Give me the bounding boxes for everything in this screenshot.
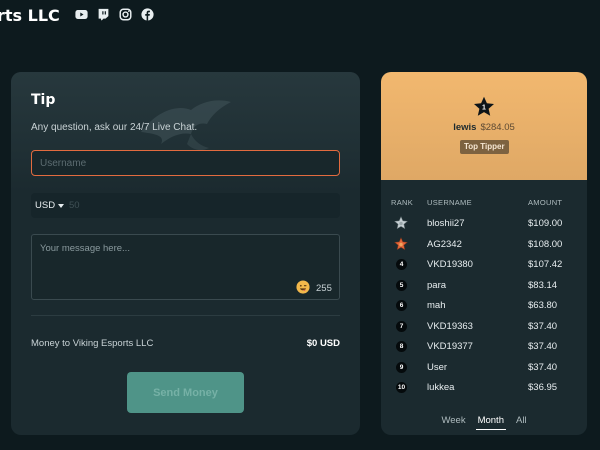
period-tabs: Week Month All <box>381 415 587 430</box>
row-username: bloshii27 <box>427 218 465 229</box>
twitch-icon[interactable] <box>97 8 110 21</box>
tip-title: Tip <box>31 92 56 108</box>
row-amount: $36.95 <box>528 382 558 393</box>
facebook-icon[interactable] <box>141 8 154 21</box>
send-money-button[interactable]: Send Money <box>127 372 244 413</box>
winner-rank: 1 <box>482 105 486 112</box>
summary-label: Money to Viking Esports LLC <box>31 338 154 349</box>
row-rank: 8 <box>396 341 407 352</box>
tip-card: Tip Any question, ask our 24/7 Live Chat… <box>11 72 360 435</box>
row-rank: 7 <box>396 320 407 332</box>
bronze-medal-icon <box>394 236 408 250</box>
row-amount: $108.00 <box>528 238 563 250</box>
divider <box>31 315 340 316</box>
instagram-icon[interactable] <box>119 8 132 21</box>
winner-amount: $284.05 <box>480 122 515 133</box>
brand-title[interactable]: rts LLC <box>0 6 60 25</box>
username-input[interactable] <box>31 150 340 176</box>
leaderboard-rows: bloshii27 $109.00 AG2342 $108.00 4 VKD19… <box>381 213 587 398</box>
tab-week[interactable]: Week <box>439 415 467 430</box>
currency-select[interactable]: USD <box>35 200 65 211</box>
row-username: lukkea <box>427 382 455 393</box>
amount-input[interactable] <box>69 197 269 214</box>
top-bar: rts LLC <box>0 0 600 34</box>
chevron-down-icon <box>58 203 65 208</box>
row-username: AG2342 <box>427 238 462 250</box>
row-amount: $37.40 <box>528 320 558 332</box>
message-input[interactable] <box>32 235 339 299</box>
row-rank: 9 <box>396 361 407 373</box>
header-username: USERNAME <box>427 198 472 207</box>
row-amount: $109.00 <box>528 218 563 229</box>
leaderboard-row[interactable]: bloshii27 $109.00 <box>381 213 587 234</box>
leaderboard-row[interactable]: 6 mah $63.80 <box>381 295 587 316</box>
header-amount: AMOUNT <box>528 198 563 207</box>
leaderboard-row[interactable]: 9 User $37.40 <box>381 357 587 378</box>
emoji-icon[interactable] <box>296 280 310 294</box>
tab-all[interactable]: All <box>514 415 529 430</box>
row-amount: $37.40 <box>528 361 558 373</box>
row-rank: 6 <box>396 300 407 311</box>
char-count: 255 <box>316 283 332 294</box>
header-rank: RANK <box>391 198 414 207</box>
row-username: User <box>427 361 448 373</box>
silver-medal-icon <box>394 216 408 230</box>
row-rank: 10 <box>396 382 407 393</box>
leaderboard-row[interactable]: 8 VKD19377 $37.40 <box>381 336 587 357</box>
row-rank: 5 <box>396 279 407 291</box>
message-box: 255 <box>31 234 340 300</box>
row-rank: 4 <box>396 259 407 270</box>
rank-star-icon: 1 <box>474 96 494 116</box>
leaderboard-row[interactable]: AG2342 $108.00 <box>381 234 587 255</box>
currency-label: USD <box>35 200 56 211</box>
row-username: mah <box>427 300 446 311</box>
youtube-icon[interactable] <box>75 8 88 21</box>
row-amount: $83.14 <box>528 279 558 291</box>
top-tipper-badge: Top Tipper <box>460 140 509 154</box>
row-amount: $63.80 <box>528 300 558 311</box>
leaderboard-winner-panel: 1 lewis $284.05 Top Tipper <box>381 72 587 180</box>
amount-row: USD <box>31 193 340 218</box>
row-amount: $37.40 <box>528 341 558 352</box>
social-links <box>75 8 154 21</box>
row-username: VKD19377 <box>427 341 473 352</box>
row-username: VKD19363 <box>427 320 473 332</box>
tip-subtitle: Any question, ask our 24/7 Live Chat. <box>31 122 198 133</box>
winner-username: lewis <box>453 122 477 133</box>
leaderboard-row[interactable]: 5 para $83.14 <box>381 275 587 296</box>
row-amount: $107.42 <box>528 259 563 270</box>
leaderboard-row[interactable]: 10 lukkea $36.95 <box>381 377 587 398</box>
row-username: para <box>427 279 447 291</box>
leaderboard-row[interactable]: 7 VKD19363 $37.40 <box>381 316 587 337</box>
tab-month[interactable]: Month <box>475 415 506 430</box>
leaderboard-card: 1 lewis $284.05 Top Tipper RANK USERNAME … <box>381 72 587 435</box>
leaderboard-row[interactable]: 4 VKD19380 $107.42 <box>381 254 587 275</box>
summary-value: $0 USD <box>306 338 340 349</box>
winner-line: lewis $284.05 <box>381 122 587 133</box>
row-username: VKD19380 <box>427 259 473 270</box>
